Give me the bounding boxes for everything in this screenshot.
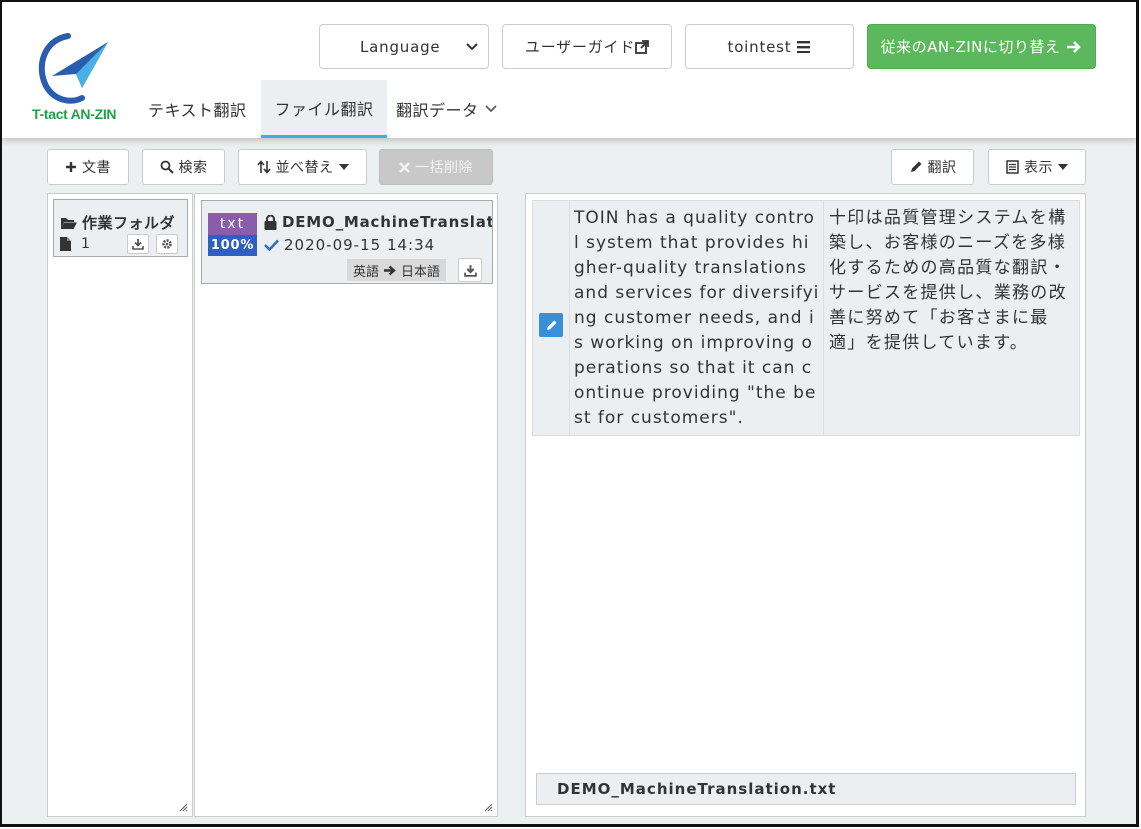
caret-down-icon [1058,164,1068,170]
sort-icon [256,160,271,174]
file-date: 2020-09-15 14:34 [284,236,436,254]
translation-panel: TOIN has a quality control system that p… [525,193,1086,817]
tab-text-translation[interactable]: テキスト翻訳 [136,80,259,138]
arrow-right-icon [1067,40,1082,53]
sort-button[interactable]: 並べ替え [238,149,367,185]
arrow-right-icon [384,265,396,275]
lock-icon [264,214,277,230]
tab-translation-data-label: 翻訳データ [396,101,479,120]
plus-icon [66,162,76,172]
user-menu-button[interactable]: tointest [685,24,854,69]
translate-label: 翻訳 [927,160,957,176]
search-button[interactable]: 検索 [142,149,225,185]
progress-badge: 100% [208,235,257,256]
sort-label: 並べ替え [275,160,334,176]
current-file-name: DEMO_MachineTranslation.txt [557,780,837,798]
column-divider [569,201,570,435]
tab-file-translation-label: ファイル翻訳 [274,99,374,119]
language-pair-tag: 英語 日本語 [347,259,447,281]
folder-doc-count: 1 [60,236,90,252]
switch-classic-button[interactable]: 従来のAN-ZINに切り替え [867,24,1096,69]
tab-file-translation[interactable]: ファイル翻訳 [261,80,387,138]
resize-handle-icon[interactable] [178,802,188,812]
folder-item[interactable]: 作業フォルダ 1 [53,199,188,257]
file-status: 2020-09-15 14:34 [264,236,435,254]
gear-icon [162,239,172,249]
search-label: 検索 [178,160,208,176]
add-document-button[interactable]: 文書 [47,149,129,185]
folder-open-icon [61,217,77,229]
external-link-icon [635,39,650,54]
chevron-down-icon [484,105,497,113]
tab-translation-data[interactable]: 翻訳データ [384,80,509,138]
folder-settings-button[interactable] [156,234,178,254]
list-icon [1006,160,1019,174]
tab-text-translation-label: テキスト翻訳 [148,101,247,120]
download-icon [463,264,477,277]
caret-down-icon [338,164,349,170]
segment-row: TOIN has a quality control system that p… [532,200,1080,436]
app-window: T-tact AN-ZIN Language ユーザーガイド tointest … [0,0,1139,827]
user-guide-label: ユーザーガイド [524,38,636,56]
close-icon [399,161,410,173]
pencil-icon [910,161,921,172]
source-language: 英語 [353,264,380,280]
pencil-icon [546,319,557,330]
file-title: DEMO_MachineTranslat [264,213,493,231]
target-language: 日本語 [401,264,441,280]
hamburger-icon [797,40,811,53]
user-name: tointest [727,37,792,56]
file-download-button[interactable] [458,258,482,282]
check-icon [264,239,279,251]
bulk-delete-button[interactable]: 一括削除 [379,149,493,185]
column-divider [823,201,824,435]
add-document-label: 文書 [82,160,111,176]
file-icon [60,237,71,251]
folder-title: 作業フォルダ [60,212,175,233]
edit-segment-button[interactable] [539,313,563,337]
display-label: 表示 [1024,160,1053,176]
logo-text: T-tact AN-ZIN [32,106,117,122]
current-file-bar: DEMO_MachineTranslation.txt [536,773,1076,805]
language-select[interactable]: Language [319,24,489,69]
folder-name: 作業フォルダ [82,214,176,232]
target-text[interactable]: 十印は品質管理システムを構築し、お客様のニーズを多様化するための高品質な翻訳・サ… [829,206,1067,356]
bulk-delete-label: 一括削除 [415,160,473,176]
resize-handle-icon[interactable] [483,802,493,812]
chevron-down-icon [466,42,478,50]
download-icon [132,239,144,250]
folder-download-button[interactable] [127,234,149,254]
folder-count-value: 1 [81,236,90,252]
folder-panel: 作業フォルダ 1 [47,193,193,817]
user-guide-button[interactable]: ユーザーガイド [502,24,672,69]
file-type-badge: txt [208,213,257,235]
display-button[interactable]: 表示 [988,149,1086,185]
search-icon [160,160,174,174]
source-text: TOIN has a quality control system that p… [574,208,820,428]
header: T-tact AN-ZIN Language ユーザーガイド tointest … [2,2,1136,138]
translate-button[interactable]: 翻訳 [891,149,974,185]
switch-classic-label: 従来のAN-ZINに切り替え [880,38,1061,56]
language-label: Language [360,37,441,56]
file-item[interactable]: txt 100% DEMO_MachineTranslat 2020-09-15… [201,200,493,284]
file-list-panel: txt 100% DEMO_MachineTranslat 2020-09-15… [194,193,498,817]
file-name: DEMO_MachineTranslat [282,213,493,231]
